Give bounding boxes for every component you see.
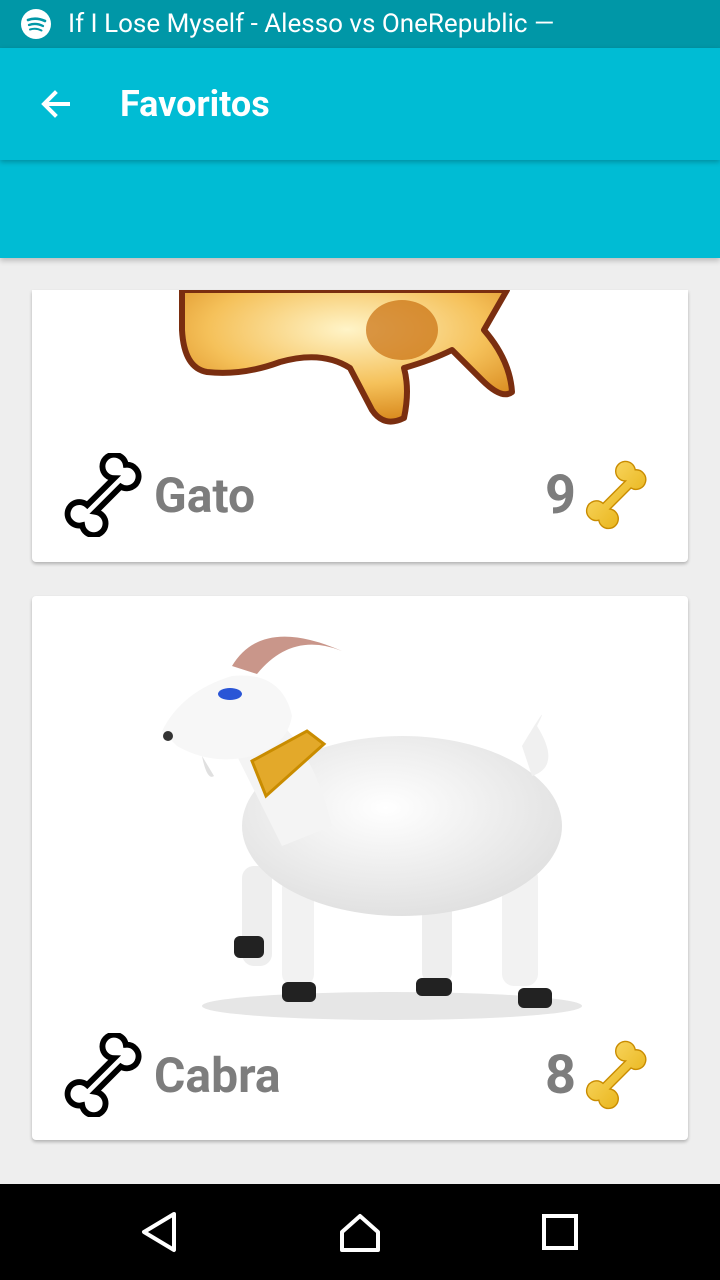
recents-square-icon[interactable] bbox=[538, 1210, 582, 1254]
app-bar-extension bbox=[0, 160, 720, 258]
cat-illustration bbox=[179, 290, 515, 425]
page-title: Favoritos bbox=[120, 83, 270, 125]
bone-outline-icon[interactable] bbox=[62, 453, 146, 537]
arrow-back-icon[interactable] bbox=[36, 84, 76, 124]
favorite-card-cabra[interactable]: Cabra 8 bbox=[32, 596, 688, 1140]
bone-outline-icon[interactable] bbox=[62, 1033, 146, 1117]
home-icon[interactable] bbox=[338, 1210, 382, 1254]
back-triangle-icon[interactable] bbox=[138, 1210, 182, 1254]
favorite-row: Cabra 8 bbox=[32, 1030, 688, 1120]
bone-count: 9 bbox=[545, 463, 576, 527]
spotify-icon bbox=[21, 9, 51, 39]
gold-bone-icon bbox=[582, 460, 652, 530]
notification-text: If I Lose Myself - Alesso vs OneRepublic… bbox=[68, 9, 555, 39]
gold-bone-icon bbox=[582, 1040, 652, 1110]
favorite-card-gato[interactable]: Gato 9 bbox=[32, 290, 688, 562]
status-bar: If I Lose Myself - Alesso vs OneRepublic… bbox=[0, 0, 720, 48]
goat-illustration bbox=[162, 636, 582, 1020]
app-bar: Favoritos bbox=[0, 48, 720, 160]
favorite-row: Gato 9 bbox=[32, 450, 688, 540]
navigation-bar bbox=[0, 1184, 720, 1280]
animal-name: Cabra bbox=[154, 1046, 281, 1104]
bone-count: 8 bbox=[545, 1043, 576, 1107]
animal-name: Gato bbox=[154, 466, 256, 524]
